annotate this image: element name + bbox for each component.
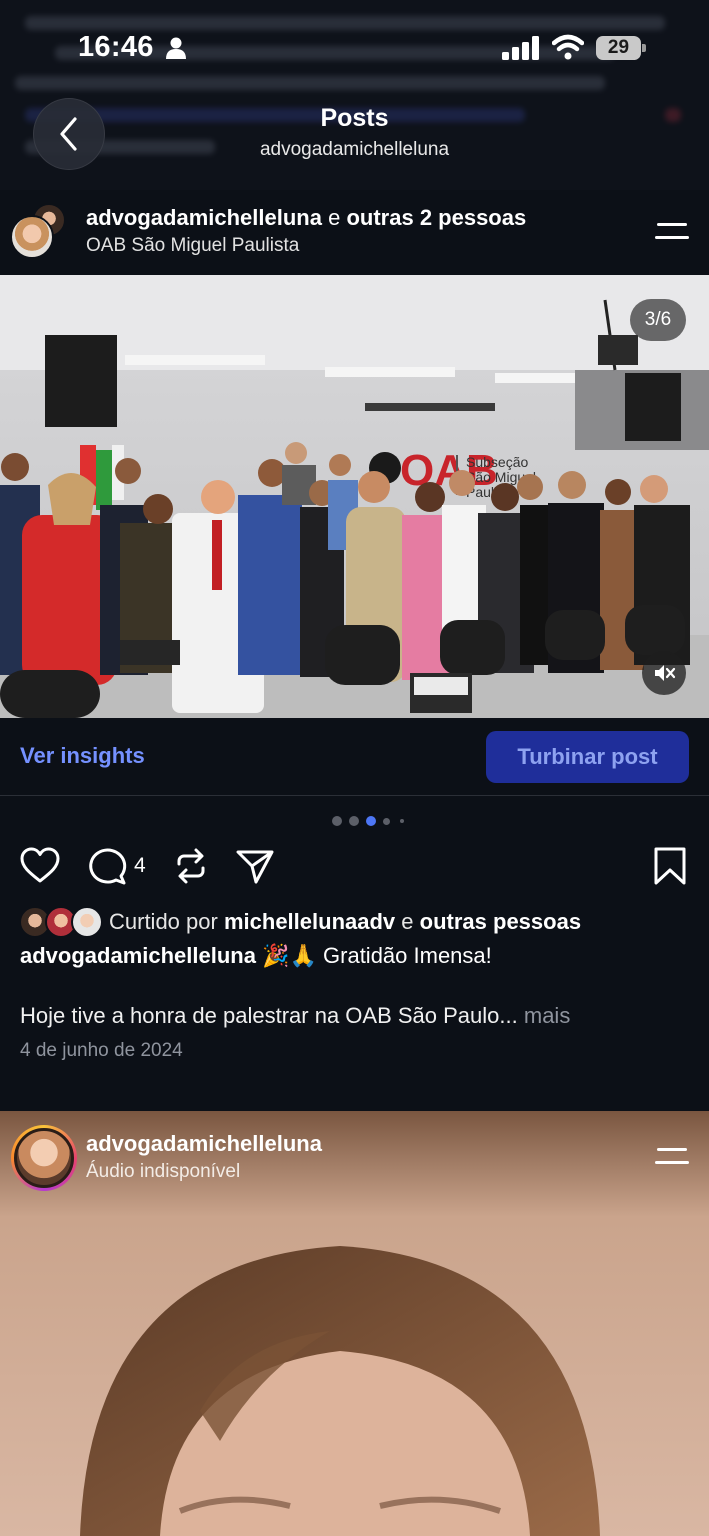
caption-headline: advogadamichelleluna 🎉🙏 Gratidão Imensa!	[20, 943, 492, 968]
carousel-indicator	[332, 816, 412, 828]
group-photo-image: OAB Subseção São Miguel Paulista	[0, 275, 709, 718]
mute-icon	[655, 665, 676, 681]
repost-icon[interactable]	[171, 846, 211, 886]
turbinar-post-button[interactable]: Turbinar post	[486, 731, 689, 783]
top-header	[0, 0, 709, 190]
liked-by-text[interactable]: Curtido por michellelunaadv e outras pes…	[109, 909, 581, 935]
send-icon[interactable]	[235, 846, 275, 886]
sign-line1: Subseção	[466, 454, 528, 470]
post2-avatar[interactable]	[11, 1125, 77, 1191]
post-photo[interactable]: OAB Subseção São Miguel Paulista	[0, 275, 709, 718]
divider	[0, 795, 709, 796]
battery-level: 29	[607, 37, 630, 58]
signal-icon	[502, 36, 539, 60]
menu-icon[interactable]	[655, 222, 689, 240]
caption-emoji: 🎉🙏	[262, 943, 317, 968]
menu-icon[interactable]	[655, 1147, 689, 1165]
image-counter: 3/6	[630, 299, 686, 341]
post-date: 4 de junho de 2024	[20, 1040, 183, 1061]
post-author[interactable]: advogadamichelleluna e outras 2 pessoas	[86, 205, 526, 231]
status-time: 16:46	[78, 31, 154, 63]
heart-icon[interactable]	[20, 846, 60, 886]
mute-button[interactable]	[642, 651, 686, 695]
page-title: Posts	[320, 104, 389, 132]
post-location[interactable]: OAB São Miguel Paulista	[86, 235, 299, 257]
wifi-icon	[552, 34, 584, 60]
liked-avatars[interactable]	[19, 904, 105, 940]
bookmark-icon[interactable]	[650, 846, 690, 886]
post2-author[interactable]: advogadamichelleluna	[86, 1131, 322, 1157]
caption-more-link[interactable]: mais	[524, 1003, 570, 1028]
collab-avatars[interactable]	[10, 203, 70, 259]
battery-icon: 29	[596, 36, 646, 60]
comment-icon[interactable]	[87, 846, 127, 886]
page-subtitle: advogadamichelleluna	[259, 139, 450, 160]
ver-insights-link[interactable]: Ver insights	[20, 743, 145, 769]
caption-author[interactable]: advogadamichelleluna	[20, 943, 256, 968]
caption-body: Hoje tive a honra de palestrar na OAB Sã…	[20, 1003, 571, 1028]
post2-audio-status: Áudio indisponível	[86, 1161, 241, 1182]
comment-count: 4	[134, 854, 146, 877]
person-icon	[166, 37, 186, 59]
